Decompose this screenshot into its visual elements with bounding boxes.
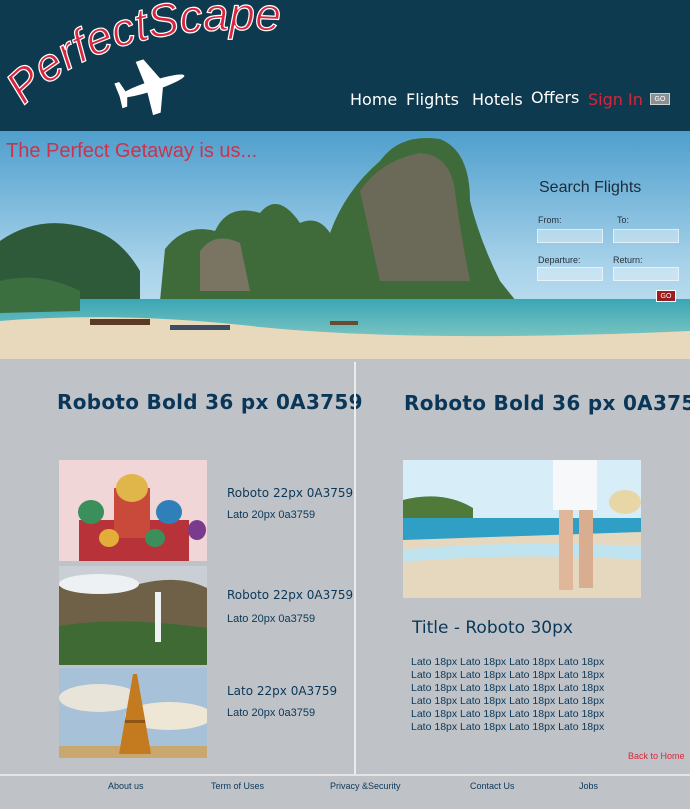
item-2-subtitle: Lato 20px 0a3759 xyxy=(227,613,316,625)
thumb-eiffel-tower[interactable] xyxy=(59,668,207,758)
site-header: PerfectScape xyxy=(0,0,690,131)
left-column-heading: Roboto Bold 36 px 0A3759 xyxy=(57,390,363,414)
cathedral-image xyxy=(59,460,207,561)
item-1-subtitle: Lato 20px 0a3759 xyxy=(227,509,316,521)
to-field[interactable] xyxy=(613,229,679,243)
footer-privacy[interactable]: Privacy &Security xyxy=(330,781,401,791)
footer-jobs[interactable]: Jobs xyxy=(579,781,598,791)
hero-banner xyxy=(0,131,690,359)
item-2-title: Roboto 22px 0A3759 xyxy=(227,588,354,602)
column-divider xyxy=(354,362,356,774)
eiffel-tower-image xyxy=(59,668,207,758)
footer-about-us[interactable]: About us xyxy=(108,781,144,791)
search-title: Search Flights xyxy=(539,179,642,196)
sign-in-link[interactable]: Sign In xyxy=(588,90,643,109)
nav-home[interactable]: Home xyxy=(350,90,397,109)
item-1-title: Roboto 22px 0A3759 xyxy=(227,486,354,500)
hero-tagline: The Perfect Getaway is us... xyxy=(6,140,258,162)
airplane-icon xyxy=(112,52,192,120)
body-line: Lato 18px Lato 18px Lato 18px Lato 18px xyxy=(411,694,605,707)
feature-body: Lato 18px Lato 18px Lato 18px Lato 18px … xyxy=(411,656,631,733)
to-label: To: xyxy=(617,215,630,225)
body-line: Lato 18px Lato 18px Lato 18px Lato 18px xyxy=(411,668,605,681)
body-line: Lato 18px Lato 18px Lato 18px Lato 18px xyxy=(411,681,605,694)
return-label: Return: xyxy=(613,255,643,265)
body-line: Lato 18px Lato 18px Lato 18px Lato 18px xyxy=(411,720,605,733)
from-field[interactable] xyxy=(537,229,603,243)
back-to-home-link[interactable]: Back to Home xyxy=(628,751,685,761)
item-3-title: Lato 22px 0A3759 xyxy=(227,684,338,698)
item-3-subtitle: Lato 20px 0a3759 xyxy=(227,707,316,719)
thumb-angel-falls[interactable] xyxy=(59,566,207,665)
right-column-heading: Roboto Bold 36 px 0A3759 xyxy=(404,391,690,415)
nav-flights[interactable]: Flights xyxy=(406,90,459,109)
feature-image-beach[interactable] xyxy=(403,460,641,598)
feature-title: Title - Roboto 30px xyxy=(412,618,573,638)
waterfall-image xyxy=(59,566,207,665)
departure-label: Departure: xyxy=(538,255,581,265)
from-label: From: xyxy=(538,215,562,225)
departure-field[interactable] xyxy=(537,267,603,281)
beach-walker-image xyxy=(403,460,641,598)
search-go-button[interactable]: GO xyxy=(656,290,676,302)
site-footer: About us Term of Uses Privacy &Security … xyxy=(0,774,690,809)
nav-hotels[interactable]: Hotels xyxy=(472,90,523,109)
thumb-saint-basils[interactable] xyxy=(59,460,207,561)
footer-contact[interactable]: Contact Us xyxy=(470,781,515,791)
go-button[interactable]: GO xyxy=(650,93,670,105)
return-field[interactable] xyxy=(613,267,679,281)
footer-terms[interactable]: Term of Uses xyxy=(211,781,264,791)
body-line: Lato 18px Lato 18px Lato 18px Lato 18px xyxy=(411,656,605,668)
body-line: Lato 18px Lato 18px Lato 18px Lato 18px xyxy=(411,707,605,720)
nav-offers[interactable]: Offers xyxy=(531,88,579,107)
hero-image xyxy=(0,131,690,359)
